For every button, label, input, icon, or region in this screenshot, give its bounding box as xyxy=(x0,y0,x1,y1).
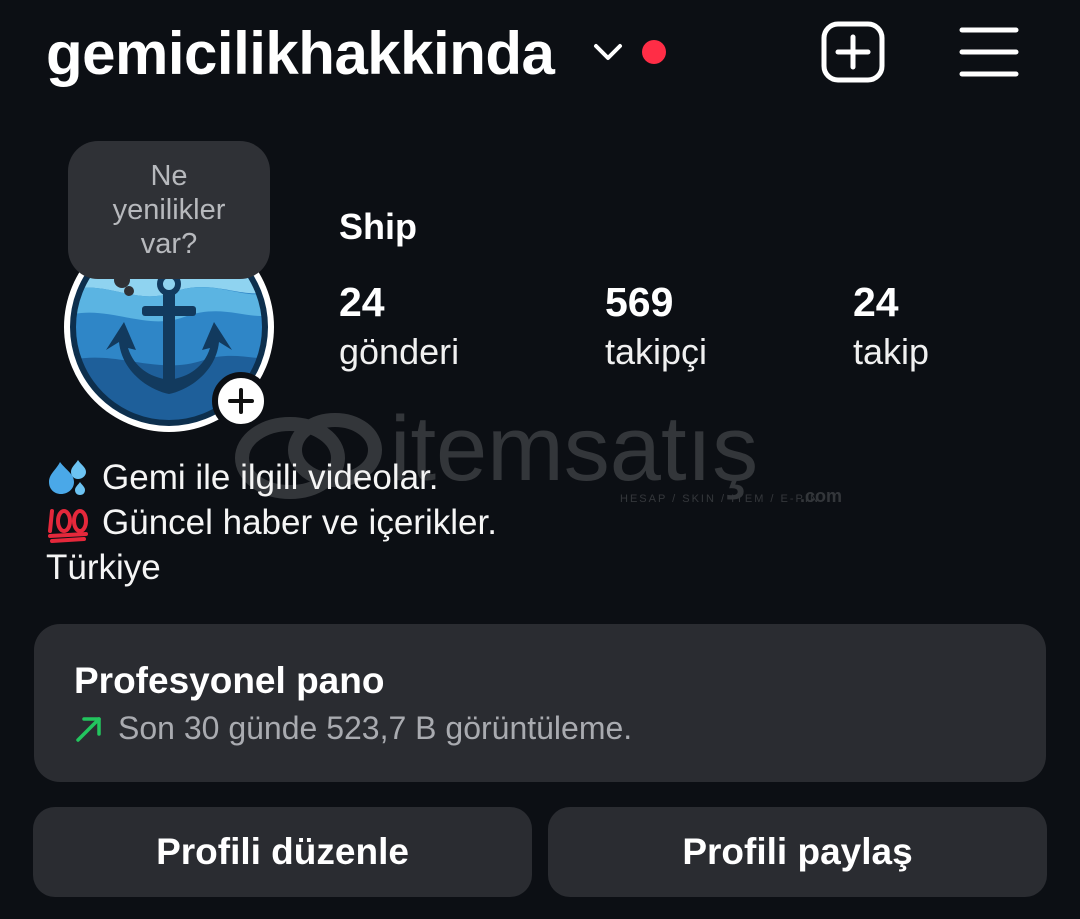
bio-line: Güncel haber ve içerikler. xyxy=(46,500,497,545)
plus-square-icon[interactable] xyxy=(820,20,886,84)
bio-location: Türkiye xyxy=(46,548,161,587)
bio-text: Gemi ile ilgili videolar. xyxy=(102,458,439,497)
notification-dot xyxy=(642,40,666,64)
note-bubble-tail-small xyxy=(124,286,134,296)
bio-line: Türkiye xyxy=(46,545,497,590)
watermark-tagline: HESAP / SKIN / ITEM / E-PIN xyxy=(620,493,820,505)
note-line: yenilikler xyxy=(112,194,226,226)
stat-label: takip xyxy=(853,331,930,372)
stat-label: gönderi xyxy=(339,331,460,372)
stat-posts[interactable]: 24 gönderi xyxy=(339,278,459,378)
stat-followers[interactable]: 569 takipçi xyxy=(605,278,707,378)
profile-bio: Gemi ile ilgili videolar. Güncel haber v… xyxy=(46,455,497,590)
add-story-button[interactable] xyxy=(212,372,270,430)
dashboard-views-text: Son 30 günde 523,7 B görüntüleme. xyxy=(118,710,633,746)
bio-text: Güncel haber ve içerikler. xyxy=(102,503,497,542)
stat-following[interactable]: 24 takip xyxy=(853,278,929,378)
bio-line: Gemi ile ilgili videolar. xyxy=(46,455,497,500)
stat-label: takipçi xyxy=(605,331,708,372)
droplets-emoji xyxy=(49,459,86,495)
chevron-down-icon[interactable] xyxy=(592,40,624,64)
display-name: Ship xyxy=(339,206,417,247)
professional-dashboard-card[interactable]: Profesyonel pano Son 30 günde 523,7 B gö… xyxy=(34,624,1046,782)
note-bubble-text: Ne yenilikler var? xyxy=(68,159,270,261)
share-profile-button[interactable]: Profili paylaş xyxy=(548,807,1047,897)
stat-value: 24 xyxy=(853,279,899,325)
dashboard-subtitle: Son 30 günde 523,7 B görüntüleme. xyxy=(74,710,632,747)
dashboard-title: Profesyonel pano xyxy=(74,660,385,701)
note-line: var? xyxy=(140,228,198,260)
plus-icon xyxy=(228,388,254,414)
username-title[interactable]: gemicilikhakkinda xyxy=(46,18,555,90)
note-line: Ne xyxy=(150,160,188,192)
trending-up-arrow-icon xyxy=(76,716,101,742)
top-bar: gemicilikhakkinda xyxy=(0,0,1080,110)
edit-profile-button[interactable]: Profili düzenle xyxy=(33,807,532,897)
hamburger-menu-icon[interactable] xyxy=(958,22,1020,82)
hundred-points-emoji xyxy=(48,508,88,543)
stat-value: 24 xyxy=(339,279,385,325)
note-bubble[interactable]: Ne yenilikler var? xyxy=(68,141,270,279)
watermark-suffix: .com xyxy=(800,486,842,506)
stat-value: 569 xyxy=(605,279,674,325)
